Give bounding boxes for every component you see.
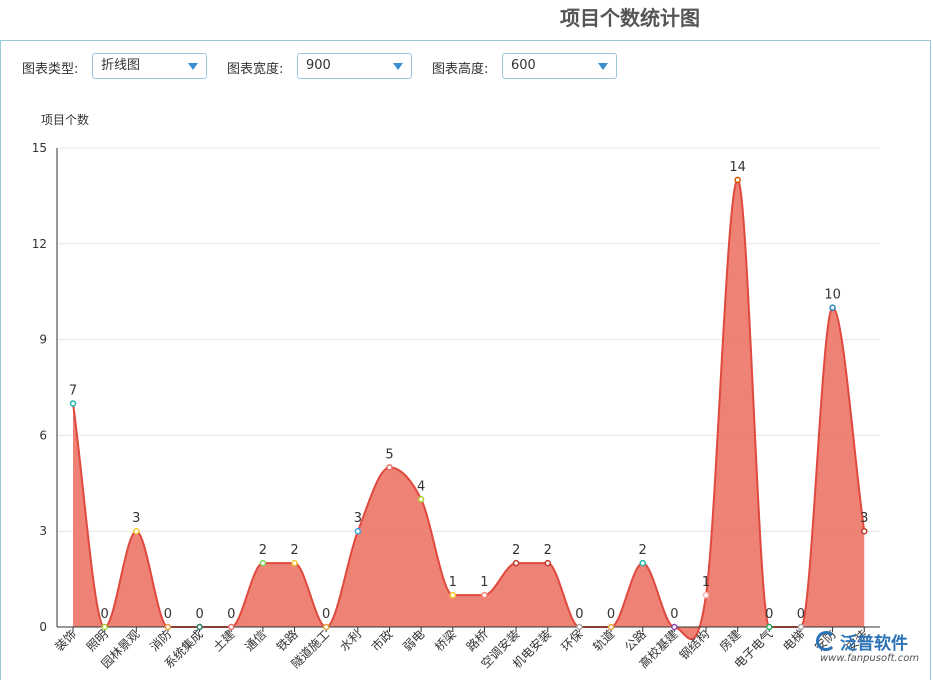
y-tick-label: 12 (32, 237, 47, 251)
y-axis-label: 项目个数 (41, 112, 89, 127)
data-point (196, 623, 203, 631)
watermark-url: www.fanpusoft.com (820, 653, 920, 664)
x-tick-label: 弱电 (400, 627, 427, 654)
data-label: 3 (860, 511, 868, 526)
y-tick-label: 9 (39, 333, 47, 347)
data-label: 2 (639, 543, 647, 558)
data-point (164, 623, 172, 631)
data-point (417, 496, 425, 503)
data-label: 4 (417, 479, 425, 494)
data-label: 0 (195, 607, 203, 622)
data-label: 0 (322, 607, 330, 622)
data-point (702, 591, 710, 599)
x-tick-label: 水利 (337, 627, 364, 654)
data-point (576, 623, 583, 631)
x-tick-label: 环保 (559, 627, 586, 654)
data-label: 14 (729, 160, 746, 175)
data-point (512, 559, 520, 567)
x-tick-label: 桥梁 (431, 627, 459, 655)
x-tick-label: 房建 (716, 627, 744, 655)
data-point (69, 400, 77, 407)
data-label: 1 (702, 575, 710, 590)
data-label: 3 (354, 511, 362, 526)
y-tick-label: 3 (39, 524, 47, 538)
data-point (797, 623, 805, 631)
data-label: 5 (385, 447, 393, 462)
data-label: 1 (449, 575, 457, 590)
data-point (322, 623, 330, 631)
data-label: 0 (670, 607, 678, 622)
data-point (671, 623, 678, 631)
x-tick-label: 通信 (242, 627, 269, 654)
y-tick-label: 6 (39, 428, 47, 442)
data-label: 10 (824, 288, 841, 303)
data-label: 2 (544, 543, 552, 558)
data-point (386, 464, 393, 471)
x-tick-label: 电梯 (780, 627, 807, 654)
data-label: 0 (575, 607, 583, 622)
data-label: 0 (227, 607, 235, 622)
data-label: 0 (765, 607, 773, 622)
area-chart: 项目个数 03691215 装饰 照明园林景观 消防系统集成 土建 通信 铁路隧道施工 水利… (32, 112, 880, 672)
y-tick-label: 15 (32, 141, 47, 155)
x-tick-label: 轨道 (590, 627, 617, 654)
x-tick-labels: 装饰 照明园林景观 消防系统集成 土建 通信 铁路隧道施工 水利 市政 弱电 桥梁 路桥空调安装机电… (52, 627, 870, 672)
watermark-name: 泛普软件 (840, 634, 908, 654)
brand-logo (816, 631, 836, 651)
data-point (133, 527, 140, 535)
data-point (829, 304, 836, 311)
x-tick-label: 土建 (210, 627, 237, 654)
data-point (639, 559, 646, 567)
x-tick-label: 市政 (368, 627, 396, 655)
data-label: 2 (290, 543, 298, 558)
data-point (544, 559, 551, 567)
y-tick-label: 0 (39, 620, 47, 634)
data-label: 0 (797, 607, 805, 622)
data-point (291, 559, 298, 567)
x-tick-label: 装饰 (52, 627, 79, 654)
data-label: 0 (607, 607, 615, 622)
data-label: 0 (101, 607, 109, 622)
x-tick-label: 消防 (146, 627, 174, 655)
data-point (481, 591, 488, 599)
data-point (228, 623, 235, 631)
data-point (259, 559, 267, 567)
data-label: 3 (132, 511, 140, 526)
data-point (766, 623, 773, 631)
x-tick-label: 公路 (621, 627, 649, 655)
data-label: 2 (259, 543, 267, 558)
y-tick-labels: 0 3 6 9 12 15 (32, 141, 47, 634)
data-point (101, 623, 108, 631)
x-tick-label: 照明 (84, 627, 111, 654)
data-point (607, 623, 615, 631)
data-point (861, 527, 868, 535)
data-label: 1 (480, 575, 488, 590)
data-label: 2 (512, 543, 520, 558)
data-point (734, 176, 741, 184)
x-tick-label: 路桥 (463, 627, 491, 655)
data-point (354, 527, 362, 535)
x-tick-label: 铁路 (273, 627, 301, 655)
data-label: 7 (69, 383, 77, 398)
series-area (72, 178, 866, 640)
data-point (449, 591, 457, 599)
data-label: 0 (164, 607, 172, 622)
